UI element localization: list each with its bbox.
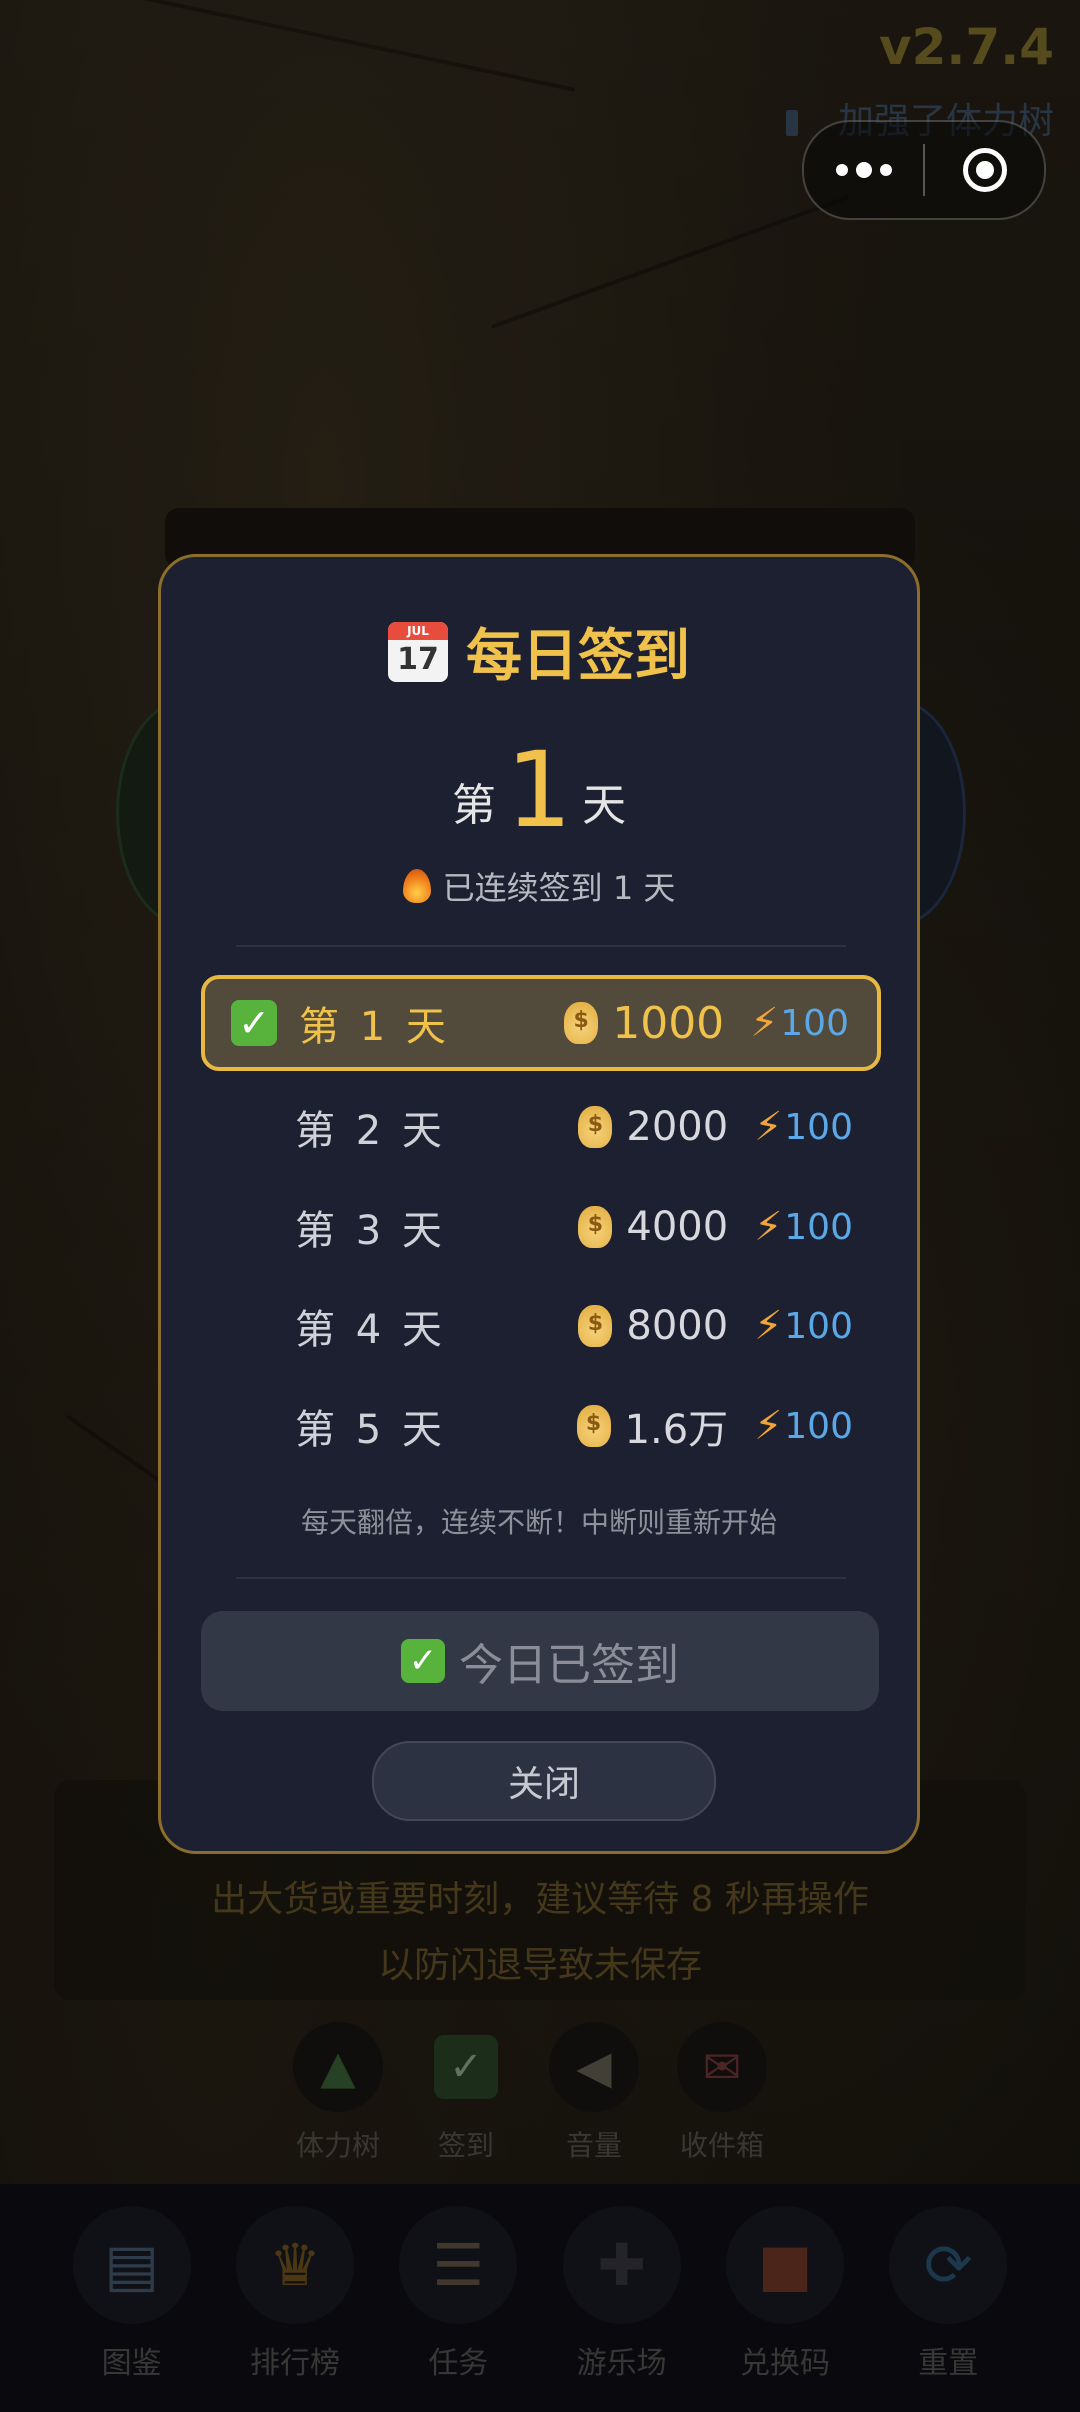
reward-row-day-4: 第 4 天 8000 ⚡ 100 <box>201 1278 881 1374</box>
lightning-icon: ⚡ <box>754 1403 783 1449</box>
calendar-icon: JUL 17 <box>388 621 448 682</box>
more-dots-icon <box>835 162 892 178</box>
money-bag-icon <box>564 1002 599 1044</box>
lightning-icon: ⚡ <box>750 1000 779 1046</box>
divider <box>236 945 846 947</box>
fire-icon <box>402 869 431 903</box>
lightning-icon: ⚡ <box>754 1204 783 1250</box>
daily-checkin-modal: JUL 17 每日签到 第1天 已连续签到 1 天 ✓ 第 1 天 1000 ⚡… <box>158 554 920 1854</box>
close-button[interactable]: 关闭 <box>372 1741 716 1821</box>
checkmark-icon: ✓ <box>401 1639 445 1683</box>
money-bag-icon <box>578 1106 613 1148</box>
money-bag-icon <box>578 1305 613 1347</box>
streak-text: 已连续签到 1 天 <box>161 863 917 909</box>
current-day: 第1 天 <box>451 729 627 851</box>
money-bag-icon <box>576 1405 611 1447</box>
reward-row-day-5: 第 5 天 1.6万 ⚡ 100 <box>201 1378 881 1474</box>
target-icon <box>962 148 1007 192</box>
divider <box>236 1577 846 1579</box>
lightning-icon: ⚡ <box>754 1303 783 1349</box>
checkmark-icon: ✓ <box>231 1000 277 1046</box>
modal-title: JUL 17 每日签到 <box>161 611 917 692</box>
money-bag-icon <box>578 1206 613 1248</box>
reward-row-day-3: 第 3 天 4000 ⚡ 100 <box>201 1179 881 1275</box>
more-menu-button[interactable] <box>804 122 923 218</box>
signed-today-button[interactable]: ✓ 今日已签到 <box>201 1611 879 1711</box>
lightning-icon: ⚡ <box>754 1104 783 1150</box>
exit-button[interactable] <box>925 122 1044 218</box>
reward-row-day-2: 第 2 天 2000 ⚡ 100 <box>201 1079 881 1175</box>
doubling-tip: 每天翻倍，连续不断！中断则重新开始 <box>300 1506 777 1539</box>
mini-program-capsule <box>802 120 1046 220</box>
reward-row-day-1: ✓ 第 1 天 1000 ⚡ 100 <box>201 975 881 1071</box>
